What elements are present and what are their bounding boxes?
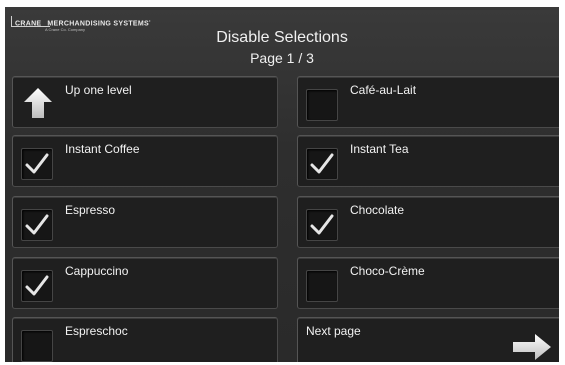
selection-cappuccino[interactable]: Cappuccino: [12, 257, 278, 309]
selection-espresso[interactable]: Espresso: [12, 196, 278, 248]
checkmark-icon: [25, 275, 49, 296]
selection-checkbox[interactable]: [21, 209, 53, 241]
selection-checkbox[interactable]: [21, 270, 53, 302]
selection-cafe-au-lait[interactable]: Café-au-Lait: [297, 76, 559, 128]
up-one-level-label: Up one level: [65, 83, 132, 97]
selection-checkbox[interactable]: [306, 270, 338, 302]
kiosk-screen: CRANE MERCHANDISING SYSTEMS• A Crane Co. …: [5, 7, 559, 362]
checkmark-icon: [25, 214, 49, 235]
selection-checkbox[interactable]: [306, 209, 338, 241]
selection-label: Cappuccino: [65, 264, 129, 278]
selection-choco-creme[interactable]: Choco-Crème: [297, 257, 559, 309]
checkmark-icon: [310, 153, 334, 174]
selection-checkbox[interactable]: [306, 148, 338, 180]
selection-label: Instant Tea: [350, 142, 409, 156]
page-indicator: Page 1 / 3: [250, 50, 314, 66]
selection-label: Chocolate: [350, 203, 405, 217]
brand-name: CRANE MERCHANDISING SYSTEMS•: [15, 18, 151, 28]
next-page-label: Next page: [306, 324, 361, 338]
selection-label: Choco-Crème: [350, 264, 425, 278]
page-title: Disable Selections: [216, 29, 348, 46]
up-arrow-icon: [24, 88, 52, 118]
selection-instant-coffee[interactable]: Instant Coffee: [12, 135, 278, 187]
selection-chocolate[interactable]: Chocolate: [297, 196, 559, 248]
selection-label: Espresso: [65, 203, 116, 217]
checkmark-icon: [25, 153, 49, 174]
selection-checkbox[interactable]: [21, 148, 53, 180]
checkmark-icon: [310, 214, 334, 235]
selection-label: Espreschoc: [65, 324, 128, 338]
selection-checkbox[interactable]: [306, 89, 338, 121]
selection-label: Instant Coffee: [65, 142, 140, 156]
selection-instant-tea[interactable]: Instant Tea: [297, 135, 559, 187]
right-arrow-icon: [513, 334, 551, 360]
selection-label: Café-au-Lait: [350, 83, 417, 97]
next-page-button[interactable]: Next page: [297, 317, 559, 362]
selection-checkbox[interactable]: [21, 330, 53, 362]
up-one-level-button[interactable]: Up one level: [12, 76, 278, 128]
selection-espreschoc[interactable]: Espreschoc: [12, 317, 278, 362]
brand-name-left: CRANE: [15, 20, 42, 28]
